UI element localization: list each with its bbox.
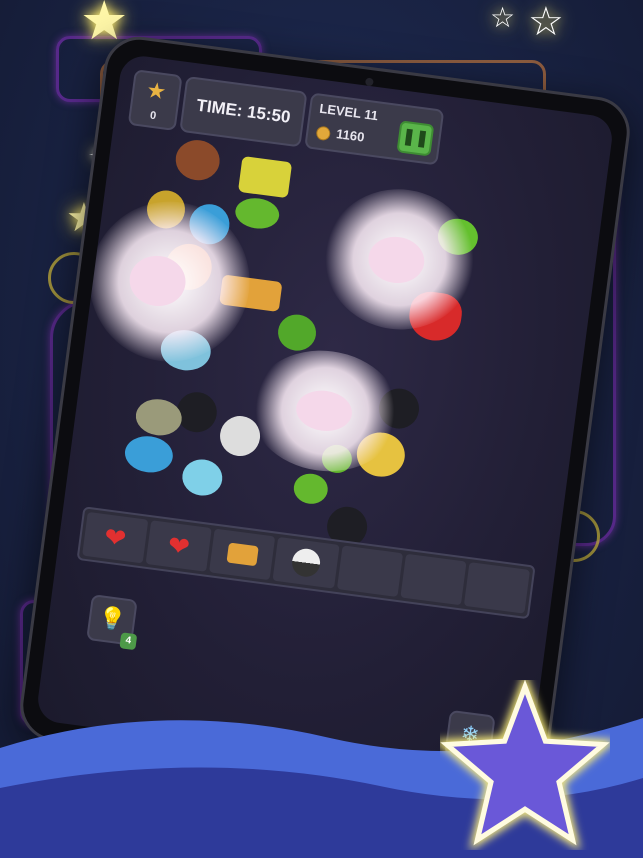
level-panel: LEVEL 11 1160 ❚❚	[304, 92, 445, 166]
timer-label: TIME: 15:50	[195, 95, 292, 127]
toy-tank-icon	[226, 542, 259, 567]
star-icon	[440, 680, 610, 850]
tray-slot	[272, 536, 340, 589]
green-mug[interactable]	[291, 471, 330, 506]
ball-icon	[290, 547, 322, 579]
coin-icon	[315, 125, 332, 142]
plate[interactable]	[180, 457, 225, 498]
tray-slot	[209, 528, 276, 581]
heart-icon: ❤	[102, 520, 129, 554]
gift-box[interactable]	[237, 155, 293, 199]
stars-counter: ★ 0	[127, 69, 183, 131]
bulb-icon: 💡	[96, 604, 128, 633]
star-icon: ☆	[490, 2, 516, 33]
green-pot[interactable]	[275, 312, 319, 353]
object-pile	[79, 134, 565, 550]
star-icon: ★	[144, 77, 168, 105]
bear-toy[interactable]	[173, 137, 223, 183]
green-pot[interactable]	[233, 195, 282, 232]
booster-count: 4	[119, 632, 138, 651]
level-label: LEVEL 11	[318, 100, 380, 124]
heart-icon: ❤	[166, 529, 192, 562]
tray-slot	[463, 562, 531, 614]
star-icon: ☆	[528, 0, 564, 44]
tray-slot	[336, 545, 403, 597]
tray-slot: ❤	[82, 511, 149, 564]
tray-slot: ❤	[145, 520, 213, 572]
tray-slot	[400, 553, 467, 606]
timer: TIME: 15:50	[179, 75, 308, 148]
hint-booster-button[interactable]: 💡 4	[86, 594, 138, 651]
game-screen: ★ 0 TIME: 15:50 LEVEL 11 1160 ❚❚ ❤ ❤ 💡 4…	[35, 53, 615, 785]
coin-count: 1160	[335, 126, 366, 145]
pause-button[interactable]: ❚❚	[396, 120, 435, 157]
blue-bowl[interactable]	[122, 433, 176, 476]
bomb[interactable]	[174, 389, 220, 435]
stars-count: 0	[149, 109, 157, 123]
rock[interactable]	[133, 396, 184, 439]
